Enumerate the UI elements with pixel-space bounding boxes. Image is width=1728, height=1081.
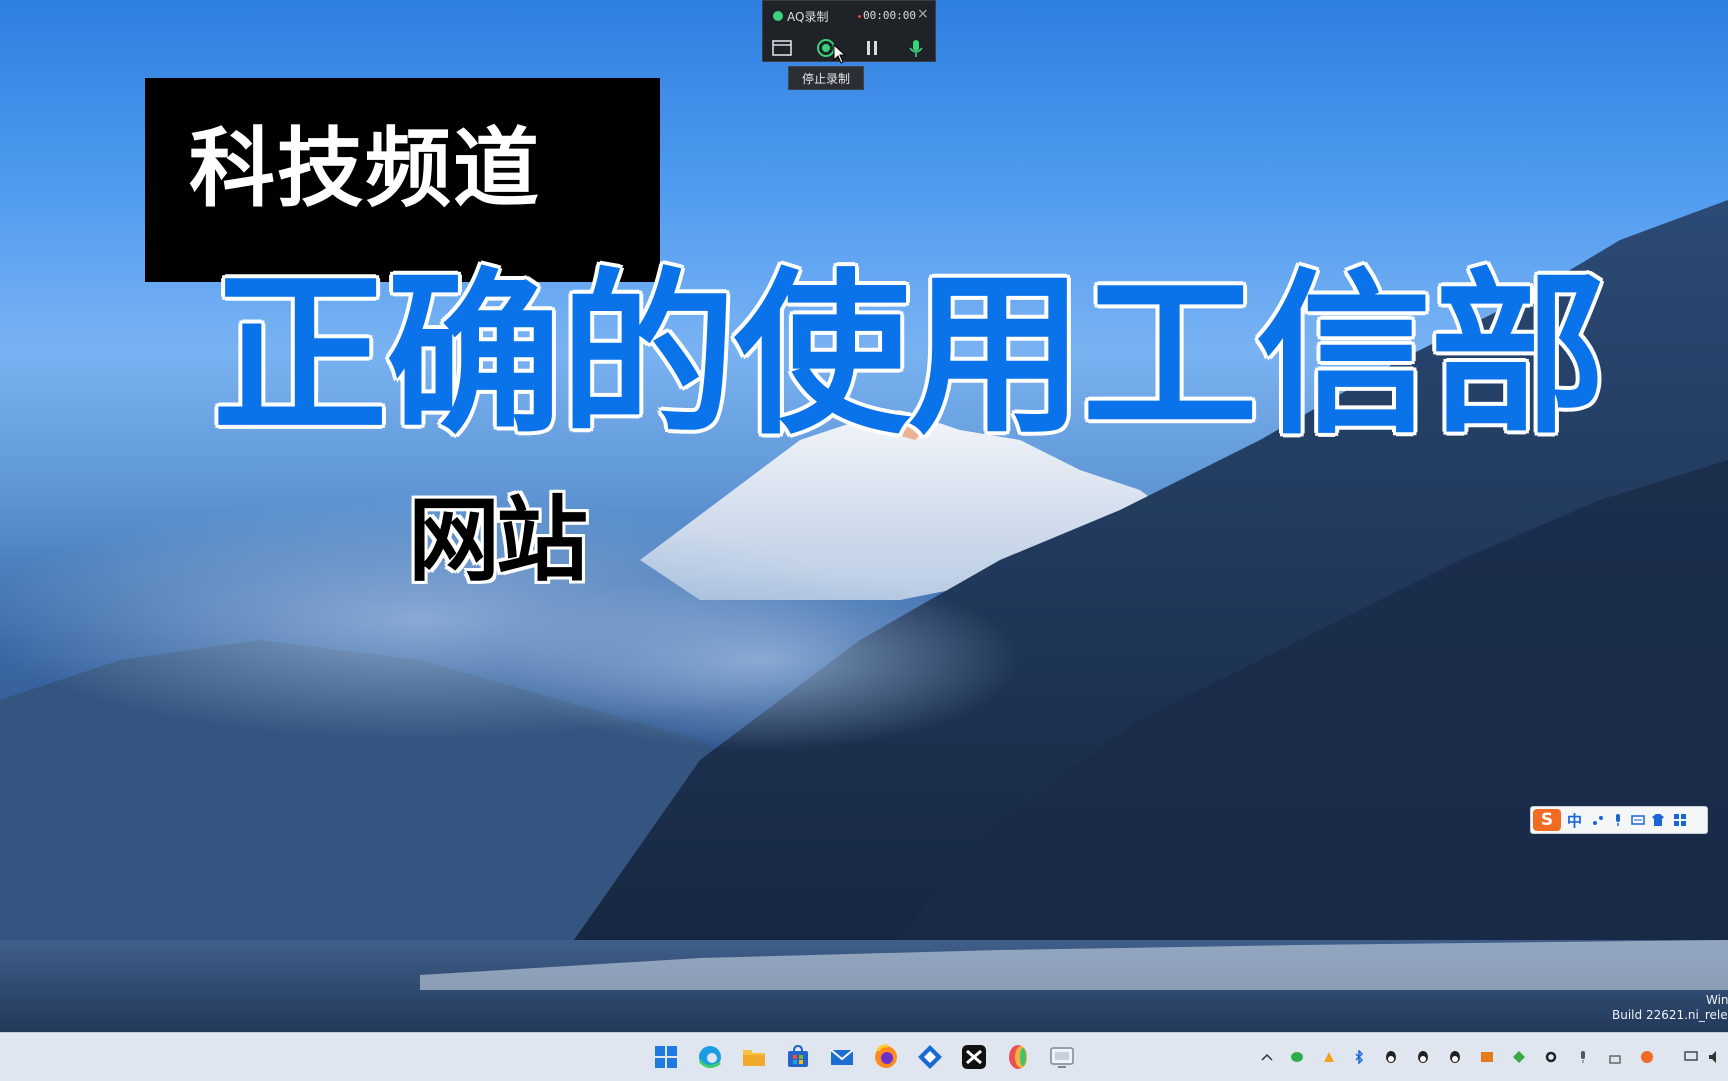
sogou-icon[interactable] bbox=[1640, 1050, 1654, 1064]
firefox-icon bbox=[875, 1044, 897, 1068]
settings-icon[interactable] bbox=[1544, 1050, 1558, 1064]
taskbar-app-mail[interactable] bbox=[826, 1041, 858, 1073]
screen-recorder-widget: AQ录制 00:00:00 × bbox=[762, 0, 936, 62]
microphone-icon[interactable] bbox=[1576, 1050, 1590, 1064]
network-icon[interactable] bbox=[1608, 1050, 1622, 1064]
stop-record-tooltip: 停止录制 bbox=[788, 66, 864, 90]
capcut-icon bbox=[962, 1045, 986, 1069]
window-select-icon bbox=[772, 40, 792, 56]
chevron-up-icon[interactable] bbox=[1260, 1050, 1274, 1064]
ime-toolbar[interactable]: S 中 bbox=[1530, 806, 1708, 834]
channel-title: 科技频道 bbox=[189, 119, 541, 219]
app-diamond-icon bbox=[918, 1045, 942, 1069]
ime-language-toggle[interactable]: 中 bbox=[1567, 810, 1582, 831]
recorder-title: AQ录制 bbox=[787, 10, 829, 24]
taskbar-app-edge[interactable] bbox=[694, 1041, 726, 1073]
edge-icon bbox=[698, 1046, 721, 1068]
mouse-cursor-icon bbox=[833, 44, 847, 64]
tray-app-icon[interactable] bbox=[1512, 1050, 1526, 1064]
video-main-title: 正确的使用工信部 bbox=[212, 253, 1606, 458]
window-select-button[interactable] bbox=[771, 37, 793, 59]
windows-watermark-build: Build 22621.ni_relea bbox=[1612, 1008, 1728, 1022]
display-icon[interactable] bbox=[1684, 1050, 1698, 1064]
keyboard-icon[interactable] bbox=[1631, 813, 1645, 827]
punctuation-icon[interactable] bbox=[1591, 813, 1605, 827]
taskbar-app-firefox[interactable] bbox=[870, 1041, 902, 1073]
tray-app-icon[interactable] bbox=[1480, 1050, 1494, 1064]
taskbar-app-file-explorer[interactable] bbox=[738, 1041, 770, 1073]
pause-button[interactable] bbox=[861, 37, 883, 59]
bluetooth-icon[interactable] bbox=[1352, 1050, 1366, 1064]
file-explorer-icon bbox=[743, 1050, 765, 1066]
microphone-button[interactable] bbox=[905, 37, 927, 59]
start-button[interactable] bbox=[650, 1041, 682, 1073]
recorder-title-bar: AQ录制 00:00:00 × bbox=[763, 1, 937, 31]
start-icon bbox=[655, 1046, 677, 1068]
taskbar-app-diamond[interactable] bbox=[914, 1041, 946, 1073]
sogou-logo-icon[interactable]: S bbox=[1533, 809, 1561, 831]
windows-watermark-line1: Win bbox=[1706, 993, 1728, 1007]
mail-icon bbox=[830, 1049, 854, 1065]
recording-timer: 00:00:00 bbox=[863, 9, 916, 22]
grid-icon[interactable] bbox=[1673, 813, 1687, 827]
qq-icon[interactable] bbox=[1448, 1050, 1462, 1064]
recorder-app-icon bbox=[773, 11, 783, 21]
palette-icon bbox=[1009, 1045, 1027, 1069]
qq-icon[interactable] bbox=[1384, 1050, 1398, 1064]
close-icon[interactable]: × bbox=[917, 6, 929, 22]
qq-icon[interactable] bbox=[1416, 1050, 1430, 1064]
store-icon bbox=[788, 1044, 808, 1067]
video-sub-title: 网站 bbox=[408, 487, 588, 594]
taskbar-app-palette[interactable] bbox=[1002, 1041, 1034, 1073]
taskbar bbox=[0, 1032, 1728, 1081]
skin-icon[interactable] bbox=[1651, 813, 1665, 827]
taskbar-app-capcut[interactable] bbox=[958, 1041, 990, 1073]
microphone-icon bbox=[909, 40, 923, 57]
microphone-icon[interactable] bbox=[1611, 813, 1625, 827]
taskbar-app-store[interactable] bbox=[782, 1041, 814, 1073]
pause-icon bbox=[867, 41, 877, 55]
recording-indicator-icon bbox=[858, 15, 861, 18]
wechat-icon[interactable] bbox=[1290, 1050, 1304, 1064]
taskbar-app-recorder[interactable] bbox=[1046, 1041, 1078, 1073]
channel-title-box: 科技频道 bbox=[145, 78, 660, 282]
recorder-app-icon bbox=[1050, 1047, 1074, 1068]
tray-app-icon[interactable] bbox=[1322, 1050, 1336, 1064]
volume-icon[interactable] bbox=[1708, 1050, 1722, 1064]
